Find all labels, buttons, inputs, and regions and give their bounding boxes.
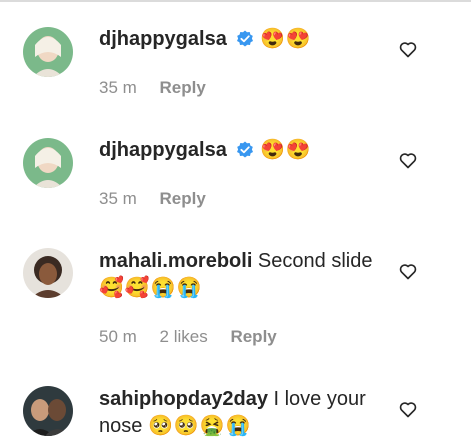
verified-badge-icon	[236, 140, 254, 167]
avatar[interactable]	[23, 386, 73, 436]
avatar[interactable]	[23, 138, 73, 188]
username[interactable]: mahali.moreboli	[99, 250, 252, 272]
comment-meta: 50 m 2 likes Reply	[99, 327, 295, 347]
comment-emojis: 😍😍	[259, 139, 312, 161]
reply-button[interactable]: Reply	[230, 327, 276, 346]
comment-emojis: 🥰🥰😭😭	[99, 277, 203, 299]
reply-button[interactable]: Reply	[160, 78, 206, 97]
comment-meta: 35 m Reply	[99, 78, 224, 98]
avatar[interactable]	[23, 27, 73, 77]
heart-outline-icon[interactable]	[398, 150, 418, 170]
comment-text: djhappygalsa 😍😍	[99, 26, 389, 56]
heart-outline-icon[interactable]	[398, 399, 418, 419]
avatar[interactable]	[23, 248, 73, 298]
heart-outline-icon[interactable]	[398, 39, 418, 59]
reply-button[interactable]: Reply	[160, 189, 206, 208]
username[interactable]: djhappygalsa	[99, 28, 227, 50]
comment-text: mahali.moreboli Second slide 🥰🥰😭😭	[99, 248, 389, 302]
comment-body: Second slide	[252, 250, 373, 272]
comment-time: 35 m	[99, 78, 137, 97]
username[interactable]: djhappygalsa	[99, 139, 227, 161]
comment-time: 50 m	[99, 327, 137, 346]
comment-meta: 35 m Reply	[99, 189, 224, 209]
verified-badge-icon	[236, 29, 254, 56]
like-count[interactable]: 2 likes	[160, 327, 208, 346]
username[interactable]: sahiphopday2day	[99, 388, 268, 410]
comment-text: djhappygalsa 😍😍	[99, 137, 389, 167]
comment-emojis: 😍😍	[259, 28, 312, 50]
heart-outline-icon[interactable]	[398, 261, 418, 281]
divider	[0, 0, 471, 2]
comment-time: 35 m	[99, 189, 137, 208]
comment-text: sahiphopday2day I love your nose 🥺🥺🤮😭	[99, 386, 389, 440]
comment-emojis: 🥺🥺🤮😭	[147, 415, 252, 437]
